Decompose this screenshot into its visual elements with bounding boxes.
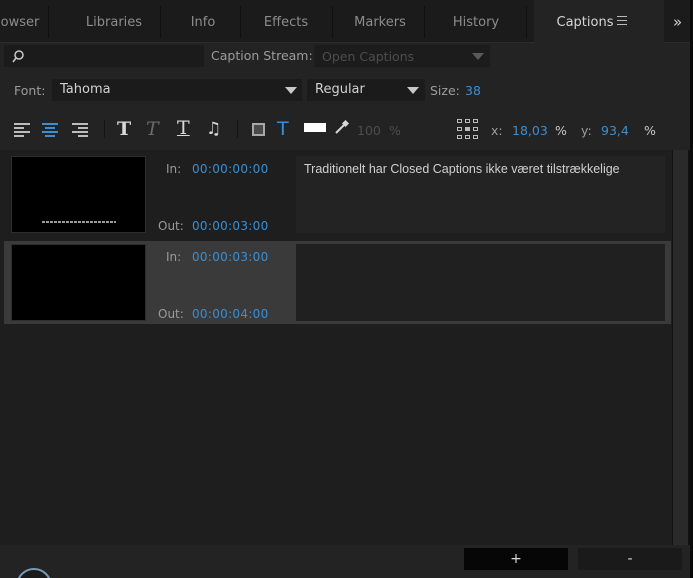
chevron-down-icon [285,87,297,94]
in-timecode[interactable]: 00:00:00:00 [192,162,269,176]
music-note-icon[interactable]: ♫ [206,121,221,138]
tab-divider [240,6,241,38]
x-label: x: [491,123,503,138]
opacity-value[interactable]: 100 [357,123,381,138]
caption-text-field[interactable]: Traditionelt har Closed Captions ikke væ… [296,156,665,233]
bold-icon[interactable]: T [117,120,131,139]
font-label: Font: [14,83,46,98]
toolbar-divider [104,120,105,138]
align-right-icon[interactable] [72,123,88,139]
caption-thumbnail [11,156,146,233]
caption-footer: + - [0,545,690,578]
opacity-unit: % [389,123,401,138]
y-label: y: [581,123,592,138]
format-toolbar: T T T ♫ T 100 % x: 18,03 % y: 93,4 % [0,110,693,150]
align-center-icon[interactable] [42,123,58,139]
toolbar-divider [237,120,238,138]
search-stream-row: Caption Stream: Open Captions [0,43,693,70]
italic-icon[interactable]: T [146,120,159,139]
out-label: Out: [158,219,184,233]
in-timecode[interactable]: 00:00:03:00 [192,250,269,264]
caption-stream-select[interactable]: Open Captions [314,45,490,67]
caption-thumbnail [11,244,146,321]
tab-divider [332,6,333,38]
tab-history[interactable]: History [436,0,516,43]
search-icon [12,50,24,63]
remove-caption-button[interactable]: - [578,548,682,570]
circle-icon [16,568,52,578]
y-unit: % [644,123,656,138]
tab-divider [48,6,49,38]
in-label: In: [166,162,182,176]
font-style-value: Regular [315,82,365,97]
align-left-icon[interactable] [14,123,30,139]
search-input[interactable] [4,45,204,67]
tab-info[interactable]: Info [172,0,234,43]
tab-overflow-icon[interactable]: » [673,13,682,31]
chevron-down-icon [472,53,484,60]
font-family-value: Tahoma [60,82,111,97]
out-timecode[interactable]: 00:00:04:00 [192,307,269,321]
tab-effects[interactable]: Effects [248,0,324,43]
out-timecode[interactable]: 00:00:03:00 [192,219,269,233]
font-size-value[interactable]: 38 [465,83,481,98]
tab-browser[interactable]: owser [0,0,40,43]
caption-row[interactable]: In: 00:00:03:00 Out: 00:00:04:00 [4,241,671,324]
panel-tab-bar: owser Libraries Info Effects Markers His… [0,0,693,43]
add-caption-button[interactable]: + [464,548,568,570]
tab-divider [160,6,161,38]
underline-icon[interactable]: T [177,119,190,138]
font-style-select[interactable]: Regular [307,79,425,101]
tab-divider [526,6,527,38]
panel-menu-icon[interactable] [617,16,627,28]
tab-libraries[interactable]: Libraries [72,0,156,43]
background-color-icon[interactable] [252,123,265,136]
tab-divider [424,6,425,38]
tab-markers[interactable]: Markers [340,0,420,43]
caption-row[interactable]: In: 00:00:00:00 Out: 00:00:03:00 Traditi… [4,153,671,236]
in-label: In: [166,250,182,264]
caption-stream-label: Caption Stream: [211,48,313,63]
caption-text-field[interactable] [296,244,665,321]
size-label: Size: [430,83,460,98]
x-position-value[interactable]: 18,03 [512,123,548,138]
tab-captions[interactable]: Captions [534,0,664,43]
out-label: Out: [158,307,184,321]
font-row: Font: Tahoma Regular Size: 38 [0,70,693,110]
y-position-value[interactable]: 93,4 [601,123,629,138]
eyedropper-icon[interactable] [333,120,349,136]
color-swatch[interactable] [304,123,326,132]
scrollbar-thumb[interactable] [673,150,688,545]
caption-list: In: 00:00:00:00 Out: 00:00:03:00 Traditi… [0,150,672,545]
position-grid-icon[interactable] [457,119,479,141]
font-family-select[interactable]: Tahoma [52,79,302,101]
caption-text: Traditionelt har Closed Captions ikke væ… [304,162,620,176]
x-unit: % [555,123,567,138]
text-color-icon[interactable]: T [277,120,289,139]
chevron-down-icon [407,87,419,94]
caption-stream-value: Open Captions [322,49,415,64]
